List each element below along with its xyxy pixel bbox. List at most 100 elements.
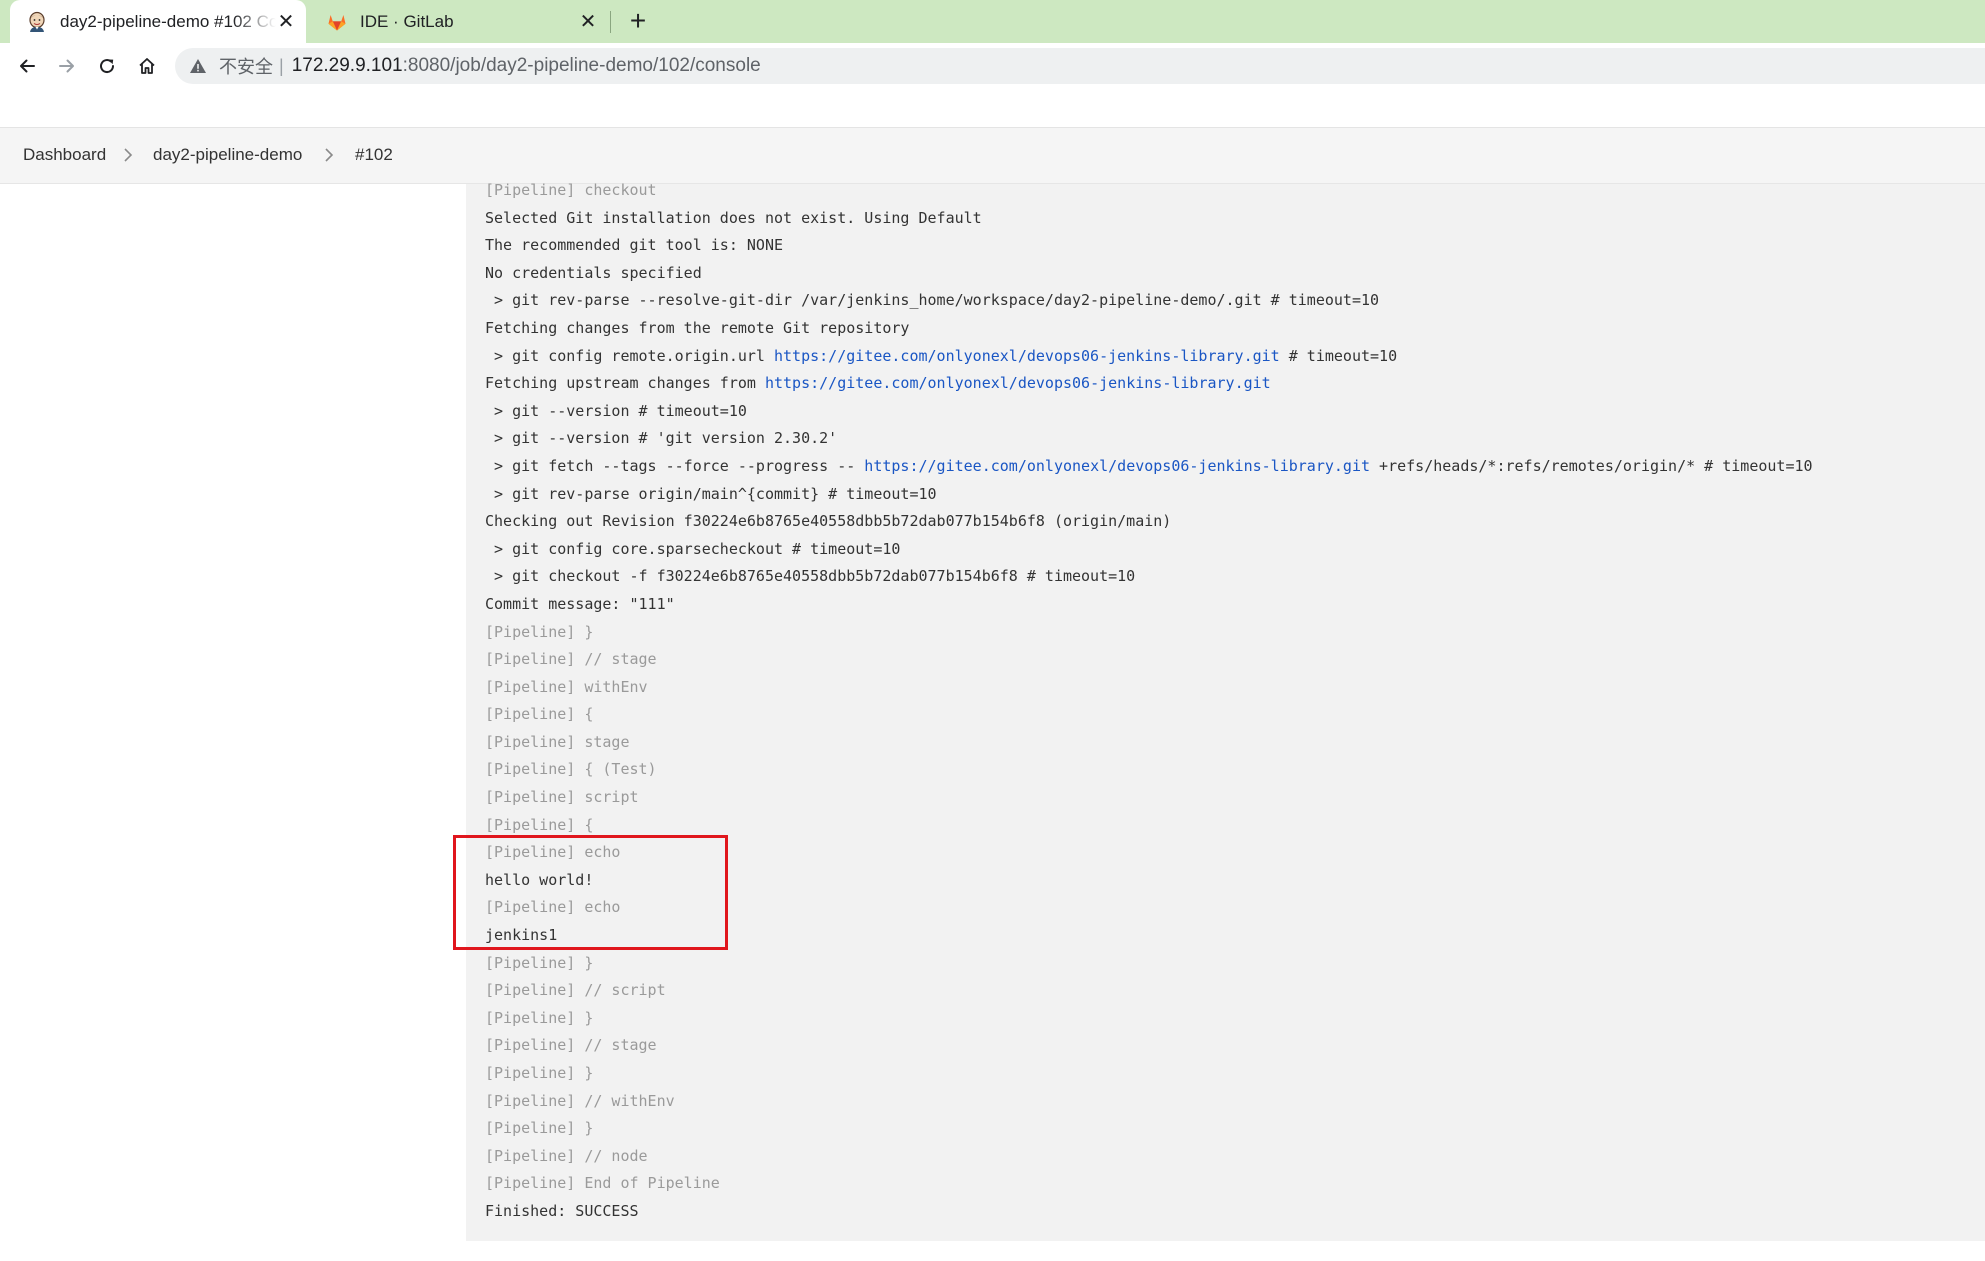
address-separator: | bbox=[279, 55, 284, 76]
console-line: > git fetch --tags --force --progress --… bbox=[485, 453, 1813, 481]
console-line: Checking out Revision f30224e6b8765e4055… bbox=[485, 508, 1813, 536]
repository-link[interactable]: https://gitee.com/onlyonexl/devops06-jen… bbox=[774, 347, 1280, 365]
tab-gitlab-ide[interactable]: IDE · GitLab ✕ bbox=[318, 0, 608, 43]
home-button[interactable] bbox=[131, 50, 163, 82]
console-line: The recommended git tool is: NONE bbox=[485, 232, 1813, 260]
breadcrumb: Dashboard day2-pipeline-demo #102 bbox=[0, 128, 1985, 184]
console-text: > git rev-parse --resolve-git-dir /var/j… bbox=[485, 291, 1380, 310]
console-text: No credentials specified bbox=[485, 263, 702, 282]
close-tab-icon[interactable]: ✕ bbox=[276, 12, 296, 32]
console-text: # timeout=10 bbox=[1279, 346, 1398, 365]
console-line: > git rev-parse origin/main^{commit} # t… bbox=[485, 481, 1813, 509]
console-text: [Pipeline] { bbox=[485, 815, 594, 834]
breadcrumb-build[interactable]: #102 bbox=[355, 145, 393, 165]
tab-jenkins-console[interactable]: day2-pipeline-demo #102 Console ✕ bbox=[10, 0, 306, 43]
url-host: 172.29.9.101 bbox=[291, 55, 403, 76]
console-line: [Pipeline] // stage bbox=[485, 646, 1813, 674]
console-text: [Pipeline] // script bbox=[485, 981, 666, 1000]
address-bar[interactable]: 不安全 | 172.29.9.101 :8080/job/day2-pipeli… bbox=[175, 48, 1985, 84]
console-text: > git config core.sparsecheckout # timeo… bbox=[485, 539, 901, 558]
console-line: [Pipeline] { (Test) bbox=[485, 756, 1813, 784]
console-line: Commit message: "111" bbox=[485, 591, 1813, 619]
console-line: [Pipeline] checkout bbox=[485, 177, 1813, 205]
new-tab-button[interactable]: + bbox=[624, 7, 652, 36]
browser-toolbar: 不安全 | 172.29.9.101 :8080/job/day2-pipeli… bbox=[0, 43, 1985, 89]
warning-triangle-icon bbox=[189, 57, 207, 75]
console-text: > git --version # 'git version 2.30.2' bbox=[485, 429, 838, 448]
console-text: [Pipeline] // node bbox=[485, 1146, 648, 1165]
console-text: [Pipeline] End of Pipeline bbox=[485, 1174, 720, 1193]
reload-button[interactable] bbox=[91, 50, 123, 82]
console-line: > git --version # timeout=10 bbox=[485, 398, 1813, 426]
console-line: > git --version # 'git version 2.30.2' bbox=[485, 425, 1813, 453]
breadcrumb-dashboard[interactable]: Dashboard bbox=[23, 145, 106, 165]
console-text: Finished: SUCCESS bbox=[485, 1201, 639, 1220]
side-panel bbox=[0, 184, 466, 1261]
chevron-right-icon bbox=[325, 148, 334, 162]
security-status-text[interactable]: 不安全 bbox=[219, 53, 273, 79]
breadcrumb-job[interactable]: day2-pipeline-demo bbox=[153, 145, 302, 165]
close-tab-icon[interactable]: ✕ bbox=[578, 12, 598, 32]
jenkins-header bbox=[0, 89, 1985, 128]
console-line: [Pipeline] } bbox=[485, 1060, 1813, 1088]
console-line: [Pipeline] stage bbox=[485, 729, 1813, 757]
console-line: > git checkout -f f30224e6b8765e40558dbb… bbox=[485, 563, 1813, 591]
tab-title: IDE · GitLab bbox=[360, 11, 454, 31]
console-text: > git --version # timeout=10 bbox=[485, 401, 747, 420]
console-text: > git fetch --tags --force --progress -- bbox=[485, 456, 865, 475]
console-line: [Pipeline] // stage bbox=[485, 1032, 1813, 1060]
console-line: Finished: SUCCESS bbox=[485, 1198, 1813, 1226]
console-text: Fetching changes from the remote Git rep… bbox=[485, 318, 910, 337]
console-line: No credentials specified bbox=[485, 260, 1813, 288]
console-text: [Pipeline] // stage bbox=[485, 1036, 657, 1055]
console-text: +refs/heads/*:refs/remotes/origin/* # ti… bbox=[1370, 456, 1813, 475]
console-text: [Pipeline] } bbox=[485, 1119, 594, 1138]
forward-button[interactable] bbox=[51, 50, 83, 82]
console-line: [Pipeline] script bbox=[485, 784, 1813, 812]
tab-divider bbox=[610, 11, 611, 33]
console-text: [Pipeline] stage bbox=[485, 732, 630, 751]
console-line: [Pipeline] // withEnv bbox=[485, 1088, 1813, 1116]
console-text: [Pipeline] } bbox=[485, 1064, 594, 1082]
annotation-highlight-box bbox=[453, 835, 728, 950]
back-arrow-icon bbox=[20, 59, 35, 73]
console-line: [Pipeline] } bbox=[485, 1115, 1813, 1143]
console-line: [Pipeline] } bbox=[485, 619, 1813, 647]
repository-link[interactable]: https://gitee.com/onlyonexl/devops06-jen… bbox=[864, 457, 1370, 475]
reload-icon bbox=[100, 59, 115, 74]
console-line: [Pipeline] End of Pipeline bbox=[485, 1170, 1813, 1198]
browser-tabstrip: day2-pipeline-demo #102 Console ✕ IDE · … bbox=[0, 0, 1985, 43]
console-text: Fetching upstream changes from bbox=[485, 374, 765, 393]
console-text: The recommended git tool is: NONE bbox=[485, 236, 784, 255]
page-bottom bbox=[466, 1241, 1985, 1261]
chevron-right-icon bbox=[124, 148, 133, 162]
console-text: [Pipeline] } bbox=[485, 622, 594, 641]
url-path: :8080/job/day2-pipeline-demo/102/console bbox=[402, 55, 761, 76]
console-text: Commit message: "111" bbox=[485, 594, 675, 613]
tab-title: day2-pipeline-demo #102 Console bbox=[60, 11, 276, 31]
console-line: > git config core.sparsecheckout # timeo… bbox=[485, 536, 1813, 564]
repository-link[interactable]: https://gitee.com/onlyonexl/devops06-jen… bbox=[765, 374, 1271, 392]
console-line: [Pipeline] } bbox=[485, 950, 1813, 978]
console-text: [Pipeline] } bbox=[485, 1008, 594, 1027]
console-text: > git checkout -f f30224e6b8765e40558dbb… bbox=[485, 567, 1136, 586]
jenkins-icon bbox=[26, 11, 48, 33]
gitlab-icon bbox=[326, 11, 348, 33]
console-text: [Pipeline] // withEnv bbox=[485, 1091, 675, 1110]
console-line: Fetching changes from the remote Git rep… bbox=[485, 315, 1813, 343]
back-button[interactable] bbox=[11, 50, 43, 82]
forward-arrow-icon bbox=[59, 59, 74, 73]
console-line: [Pipeline] // script bbox=[485, 977, 1813, 1005]
home-icon bbox=[139, 58, 155, 74]
console-text: [Pipeline] withEnv bbox=[485, 677, 648, 696]
console-line: Selected Git installation does not exist… bbox=[485, 205, 1813, 233]
console-line: [Pipeline] { bbox=[485, 701, 1813, 729]
console-line: [Pipeline] } bbox=[485, 1005, 1813, 1033]
console-line: > git rev-parse --resolve-git-dir /var/j… bbox=[485, 287, 1813, 315]
console-text: [Pipeline] } bbox=[485, 953, 594, 972]
console-text: [Pipeline] // stage bbox=[485, 650, 657, 669]
console-text: [Pipeline] { bbox=[485, 705, 594, 724]
console-text: [Pipeline] { (Test) bbox=[485, 760, 657, 779]
console-text: [Pipeline] checkout bbox=[485, 181, 657, 199]
console-line: [Pipeline] withEnv bbox=[485, 674, 1813, 702]
